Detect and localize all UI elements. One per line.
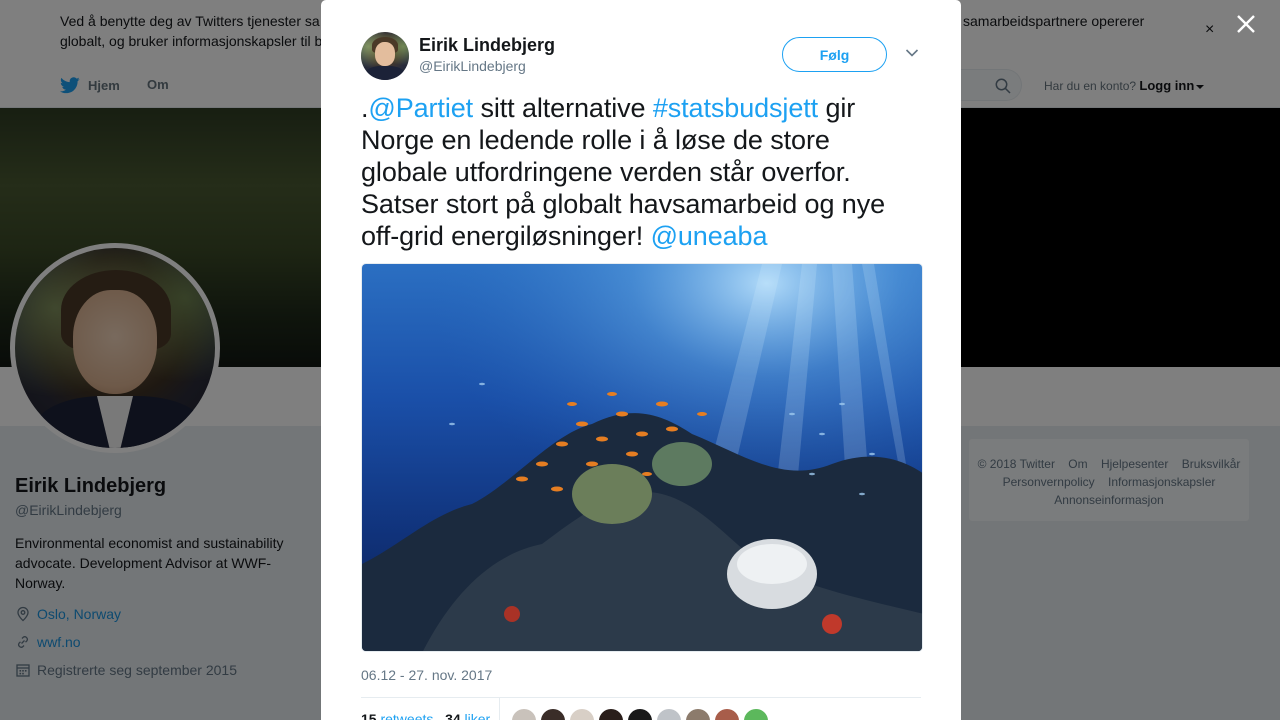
tweet-text: .@Partiet sitt alternative #statsbudsjet…	[361, 92, 921, 252]
liker-avatar[interactable]	[656, 708, 682, 720]
tweet-modal: Eirik Lindebjerg @EirikLindebjerg Følg .…	[321, 0, 961, 720]
liker-avatar[interactable]	[627, 708, 653, 720]
liker-avatar[interactable]	[540, 708, 566, 720]
hashtag-statsbudsjett[interactable]: #statsbudsjett	[653, 93, 818, 123]
follow-button[interactable]: Følg	[782, 37, 887, 72]
author-name[interactable]: Eirik Lindebjerg	[419, 35, 555, 56]
liker-avatar[interactable]	[598, 708, 624, 720]
author-avatar[interactable]	[361, 32, 409, 80]
like-count[interactable]: 34	[445, 711, 461, 720]
engagement-counts: 15 retweets 34 liker	[361, 711, 490, 720]
tweet-text-part: sitt alternative	[473, 93, 653, 123]
retweet-label[interactable]: retweets	[380, 711, 433, 720]
like-label[interactable]: liker	[465, 711, 491, 720]
author-handle[interactable]: @EirikLindebjerg	[419, 58, 526, 74]
liker-avatars	[511, 708, 772, 720]
retweet-count[interactable]: 15	[361, 711, 377, 720]
tweet-stats: 15 retweets 34 liker	[361, 697, 921, 720]
liker-avatar[interactable]	[511, 708, 537, 720]
stats-divider	[499, 698, 500, 720]
mention-uneaba[interactable]: @uneaba	[651, 221, 768, 251]
liker-avatar[interactable]	[569, 708, 595, 720]
close-icon[interactable]	[1234, 12, 1258, 36]
chevron-down-icon[interactable]	[905, 48, 919, 58]
mention-partiet[interactable]: @Partiet	[368, 93, 473, 123]
liker-avatar[interactable]	[714, 708, 740, 720]
tweet-timestamp[interactable]: 06.12 - 27. nov. 2017	[361, 667, 492, 683]
liker-avatar[interactable]	[685, 708, 711, 720]
liker-avatar[interactable]	[743, 708, 769, 720]
tweet-image-coral-reef[interactable]	[361, 263, 923, 652]
